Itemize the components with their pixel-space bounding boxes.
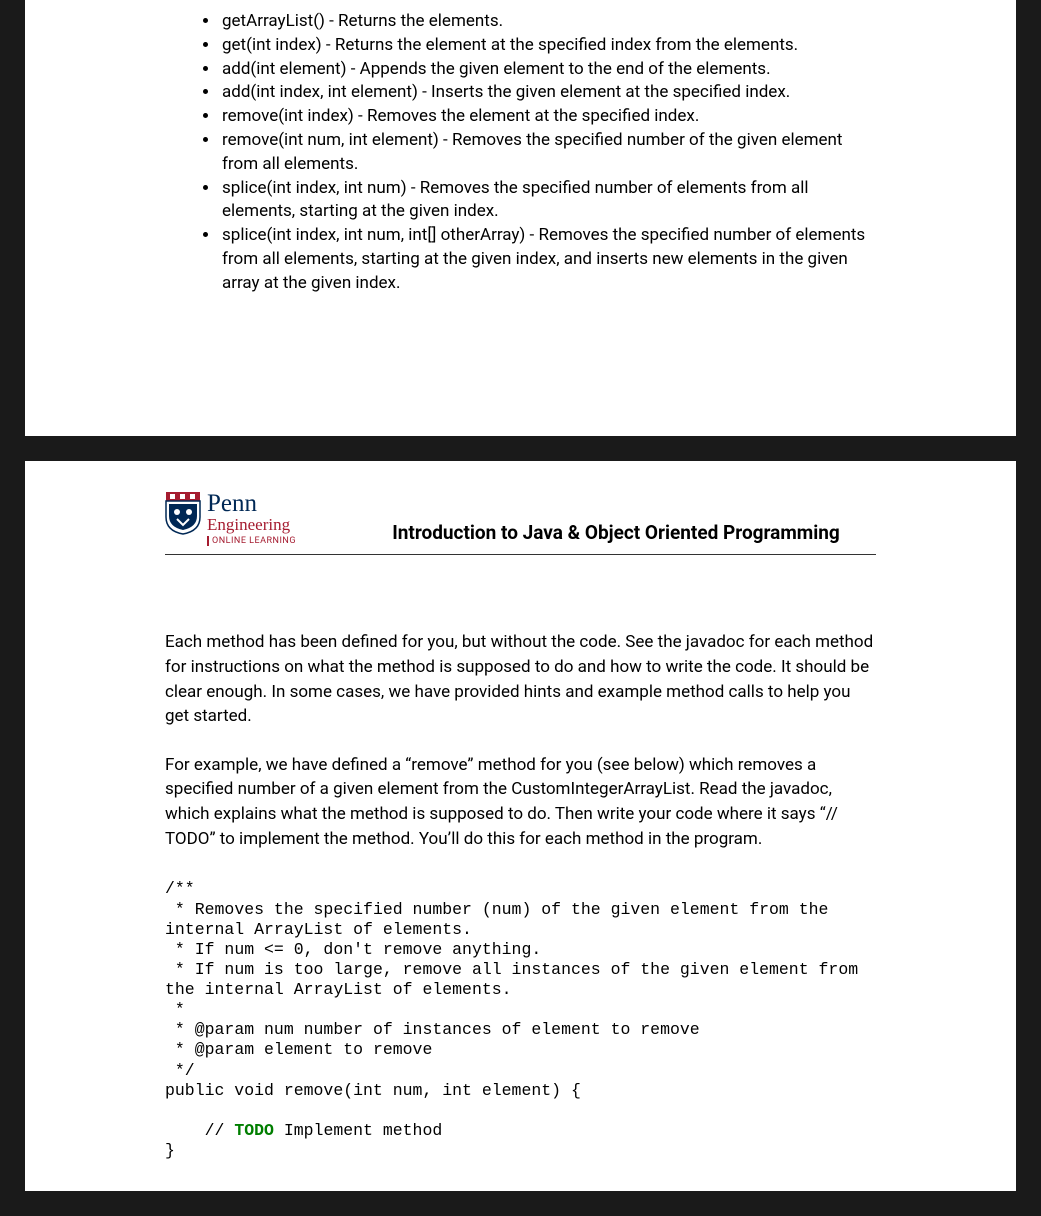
- penn-engineering-logo: Penn Engineering ONLINE LEARNING: [165, 491, 296, 547]
- list-item: add(int index, int element) - Inserts th…: [220, 81, 876, 105]
- code-line: Implement method: [274, 1121, 442, 1140]
- code-line: * @param num number of instances of elem…: [165, 1020, 700, 1039]
- list-item: remove(int index) - Removes the element …: [220, 105, 876, 129]
- course-title: Introduction to Java & Object Oriented P…: [316, 521, 876, 546]
- code-line: * @param element to remove: [165, 1040, 432, 1059]
- intro-paragraph-1: Each method has been defined for you, bu…: [165, 630, 876, 729]
- code-line: }: [165, 1141, 175, 1160]
- header-divider: [165, 554, 876, 555]
- code-todo-keyword: TODO: [234, 1121, 274, 1140]
- method-list: getArrayList() - Returns the elements. g…: [165, 10, 876, 296]
- page-header: Penn Engineering ONLINE LEARNING Introdu…: [165, 491, 876, 547]
- penn-shield-icon: [165, 491, 201, 535]
- code-line: * If num is too large, remove all instan…: [165, 960, 868, 999]
- code-line: //: [165, 1121, 234, 1140]
- document-page-1: getArrayList() - Returns the elements. g…: [25, 0, 1016, 436]
- list-item: add(int element) - Appends the given ele…: [220, 58, 876, 82]
- list-item: get(int index) - Returns the element at …: [220, 34, 876, 58]
- logo-online-learning-text: ONLINE LEARNING: [207, 536, 296, 546]
- code-line: * Removes the specified number (num) of …: [165, 900, 838, 939]
- page-content: Penn Engineering ONLINE LEARNING Introdu…: [25, 491, 1016, 1162]
- document-page-2: Penn Engineering ONLINE LEARNING Introdu…: [25, 461, 1016, 1192]
- logo-text: Penn Engineering ONLINE LEARNING: [207, 491, 296, 547]
- code-line: *: [165, 1000, 185, 1019]
- intro-paragraph-2: For example, we have defined a “remove” …: [165, 753, 876, 852]
- page-content: getArrayList() - Returns the elements. g…: [25, 10, 1016, 296]
- code-line: /**: [165, 879, 195, 898]
- logo-engineering-text: Engineering: [207, 516, 296, 535]
- list-item: splice(int index, int num, int[] otherAr…: [220, 224, 876, 295]
- code-block: /** * Removes the specified number (num)…: [165, 879, 876, 1161]
- list-item: getArrayList() - Returns the elements.: [220, 10, 876, 34]
- list-item: remove(int num, int element) - Removes t…: [220, 129, 876, 177]
- list-item: splice(int index, int num) - Removes the…: [220, 177, 876, 225]
- logo-penn-text: Penn: [207, 491, 296, 516]
- code-line: * If num <= 0, don't remove anything.: [165, 940, 541, 959]
- code-line: */: [165, 1061, 195, 1080]
- code-line: public void remove(int num, int element)…: [165, 1081, 581, 1100]
